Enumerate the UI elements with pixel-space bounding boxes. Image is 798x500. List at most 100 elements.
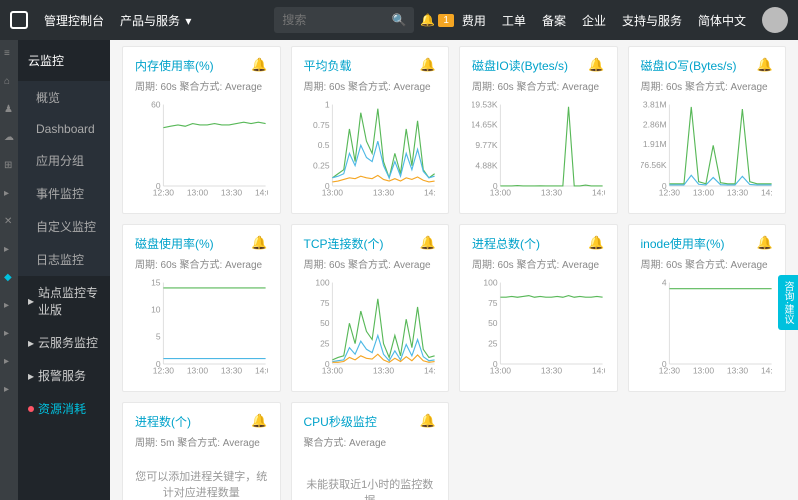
card-info: 周期: 60s 聚合方式: Average xyxy=(472,78,605,93)
metric-card: 磁盘IO写(Bytes/s) 周期: 60s 聚合方式: Average 🔔09… xyxy=(628,46,787,214)
search-box[interactable]: 🔍 xyxy=(274,7,414,33)
rail-expand-icon[interactable]: ▸ xyxy=(4,300,14,310)
chevron-down-icon: ▾ xyxy=(185,14,191,28)
sidebar-appgroup[interactable]: 应用分组 xyxy=(18,144,110,177)
ticket-link[interactable]: 工单 xyxy=(494,12,534,29)
sidebar-resource[interactable]: 资源消耗 xyxy=(18,392,110,425)
svg-text:14:00: 14:00 xyxy=(255,365,268,375)
alert-icon[interactable]: 🔔 xyxy=(420,57,436,73)
metric-card: 内存使用率(%) 周期: 60s 聚合方式: Average 🔔06012:30… xyxy=(122,46,281,214)
sidebar-overview[interactable]: 概览 xyxy=(18,81,110,114)
chart-area: 025507510013:0013:3014:00 xyxy=(472,275,605,381)
svg-text:25: 25 xyxy=(488,338,498,348)
card-title: 进程数(个) xyxy=(135,413,268,430)
rail-home-icon[interactable]: ⌂ xyxy=(4,76,14,86)
rail-more-icon[interactable]: ▸ xyxy=(4,244,14,254)
rail-expand2-icon[interactable]: ▸ xyxy=(4,328,14,338)
chart-area: 00.250.50.75113:0013:3014:00 xyxy=(304,97,437,203)
support-link[interactable]: 支持与服务 xyxy=(614,12,690,29)
alert-icon[interactable]: 🔔 xyxy=(757,235,773,251)
svg-text:13:00: 13:00 xyxy=(490,187,512,197)
svg-text:14:00: 14:00 xyxy=(255,187,268,197)
rail-menu-icon[interactable]: ≡ xyxy=(4,48,14,58)
card-title: TCP连接数(个) xyxy=(304,235,437,252)
svg-text:14:00: 14:00 xyxy=(760,365,773,375)
card-info: 周期: 60s 聚合方式: Average xyxy=(641,78,774,93)
console-link[interactable]: 管理控制台 xyxy=(36,12,112,29)
svg-text:13:30: 13:30 xyxy=(541,187,563,197)
svg-text:12:30: 12:30 xyxy=(153,187,175,197)
svg-text:75: 75 xyxy=(320,298,330,308)
metric-card: inode使用率(%) 周期: 60s 聚合方式: Average 🔔0412:… xyxy=(628,224,787,392)
card-title: 磁盘IO写(Bytes/s) xyxy=(641,57,774,74)
chart-area: 04.88K9.77K14.65K19.53K13:0013:3014:00 xyxy=(472,97,605,203)
alert-icon[interactable]: 🔔 xyxy=(420,235,436,251)
alert-icon[interactable]: 🔔 xyxy=(251,235,267,251)
rail-user-icon[interactable]: ♟ xyxy=(4,104,14,114)
svg-text:0.5: 0.5 xyxy=(317,140,329,150)
lang-link[interactable]: 简体中文 xyxy=(690,12,754,29)
rail-db-icon[interactable]: ⊞ xyxy=(4,160,14,170)
rail-cloud-icon[interactable]: ☁ xyxy=(4,132,14,142)
rail-expand3-icon[interactable]: ▸ xyxy=(4,356,14,366)
alert-icon[interactable]: 🔔 xyxy=(588,57,604,73)
svg-text:13:00: 13:00 xyxy=(490,365,512,375)
rail-expand4-icon[interactable]: ▸ xyxy=(4,384,14,394)
svg-text:14:00: 14:00 xyxy=(592,365,605,375)
svg-text:12:30: 12:30 xyxy=(658,365,680,375)
top-bar: 管理控制台 产品与服务 ▾ 🔍 🔔1 费用 工单 备案 企业 支持与服务 简体中… xyxy=(0,0,798,40)
svg-text:14:00: 14:00 xyxy=(423,187,436,197)
card-info: 周期: 60s 聚合方式: Average xyxy=(304,256,437,271)
file-link[interactable]: 备案 xyxy=(534,12,574,29)
rail-monitor-icon[interactable]: ◆ xyxy=(4,272,14,282)
sidebar: 云监控 概览 Dashboard 应用分组 事件监控 自定义监控 日志监控 ▸站… xyxy=(18,40,110,500)
svg-text:14:00: 14:00 xyxy=(423,365,436,375)
svg-text:10: 10 xyxy=(151,305,161,315)
feedback-tab[interactable]: 咨询·建议 xyxy=(778,275,798,330)
sidebar-event[interactable]: 事件监控 xyxy=(18,177,110,210)
alert-icon[interactable]: 🔔 xyxy=(588,235,604,251)
svg-text:12:30: 12:30 xyxy=(658,187,680,197)
card-title: 平均负载 xyxy=(304,57,437,74)
svg-text:13:30: 13:30 xyxy=(726,187,748,197)
card-title: 内存使用率(%) xyxy=(135,57,268,74)
chart-area: 025507510013:0013:3014:00 xyxy=(304,275,437,381)
svg-text:13:30: 13:30 xyxy=(221,365,243,375)
metric-card: TCP连接数(个) 周期: 60s 聚合方式: Average 🔔0255075… xyxy=(291,224,450,392)
fees-link[interactable]: 费用 xyxy=(454,12,494,29)
svg-text:75: 75 xyxy=(488,298,498,308)
svg-text:100: 100 xyxy=(315,277,329,287)
chart-area: 0976.56K1.91M2.86M3.81M12:3013:0013:3014… xyxy=(641,97,774,203)
rail-sec-icon[interactable]: ✕ xyxy=(4,216,14,226)
svg-text:4: 4 xyxy=(661,277,666,287)
sidebar-site[interactable]: ▸站点监控专业版 xyxy=(18,276,110,326)
empty-proc: 您可以添加进程关键字，统计对应进程数量" 添加进程监控 " xyxy=(135,453,268,500)
svg-text:14:00: 14:00 xyxy=(760,187,773,197)
avatar[interactable] xyxy=(762,7,788,33)
card-info: 周期: 60s 聚合方式: Average xyxy=(641,256,774,271)
svg-text:14.65K: 14.65K xyxy=(472,120,498,130)
card-title: 磁盘使用率(%) xyxy=(135,235,268,252)
alert-icon[interactable]: 🔔 xyxy=(757,57,773,73)
svg-text:13:30: 13:30 xyxy=(541,365,563,375)
alert-icon[interactable]: 🔔 xyxy=(420,413,436,429)
sidebar-log[interactable]: 日志监控 xyxy=(18,243,110,276)
svg-text:14:00: 14:00 xyxy=(592,187,605,197)
chart-area: 0412:3013:0013:3014:00 xyxy=(641,275,774,381)
products-link[interactable]: 产品与服务 ▾ xyxy=(112,12,199,29)
card-title: 磁盘IO读(Bytes/s) xyxy=(472,57,605,74)
rail-es-icon[interactable]: ▸ xyxy=(4,188,14,198)
svg-text:13:30: 13:30 xyxy=(726,365,748,375)
sidebar-custom[interactable]: 自定义监控 xyxy=(18,210,110,243)
sidebar-alarm[interactable]: ▸报警服务 xyxy=(18,359,110,392)
enterprise-link[interactable]: 企业 xyxy=(574,12,614,29)
svg-text:13:00: 13:00 xyxy=(692,187,714,197)
svg-text:13:30: 13:30 xyxy=(372,365,394,375)
alert-icon[interactable]: 🔔 xyxy=(251,57,267,73)
search-input[interactable] xyxy=(282,13,391,27)
bell-icon[interactable]: 🔔 xyxy=(420,13,435,27)
sidebar-cloud[interactable]: ▸云服务监控 xyxy=(18,326,110,359)
sidebar-dashboard[interactable]: Dashboard xyxy=(18,114,110,144)
svg-text:100: 100 xyxy=(483,277,497,287)
alert-icon[interactable]: 🔔 xyxy=(251,413,267,429)
